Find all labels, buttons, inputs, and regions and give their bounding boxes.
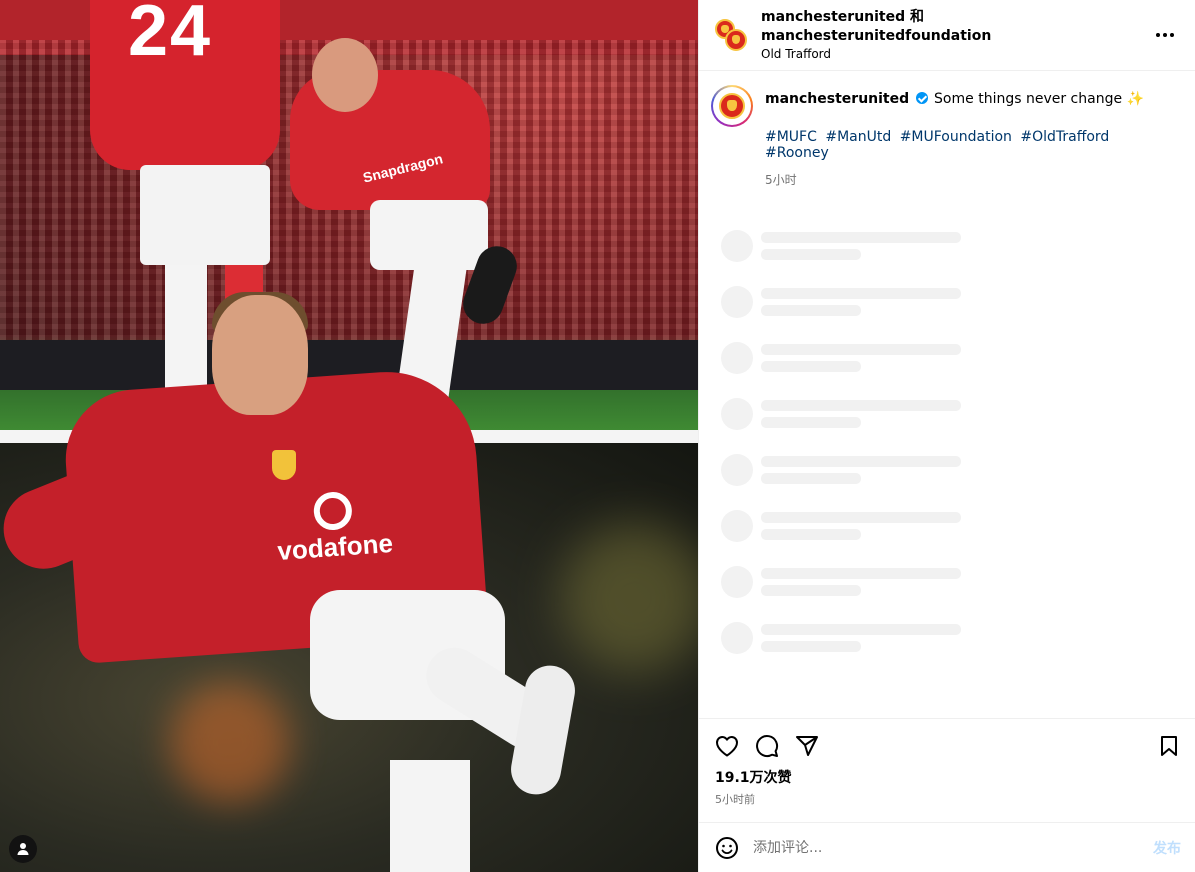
more-horizontal-icon[interactable]: [1151, 21, 1179, 49]
skeleton-row: [721, 498, 1179, 554]
club-crest: [272, 450, 296, 480]
skeleton-row: [721, 610, 1179, 666]
skeleton-row: [721, 386, 1179, 442]
emoji-icon[interactable]: [715, 836, 739, 860]
comments-section[interactable]: manchesterunited Some things never chang…: [699, 71, 1195, 718]
post-header: manchesterunited 和 manchesterunitedfound…: [699, 0, 1195, 71]
shirt-number: 24: [128, 0, 213, 71]
sponsor-logo: vodafone: [274, 488, 394, 567]
avatar[interactable]: [715, 19, 747, 51]
skeleton-row: [721, 442, 1179, 498]
post-timestamp[interactable]: 5小时前: [715, 791, 1183, 807]
skeleton-row: [721, 218, 1179, 274]
avatar[interactable]: [711, 85, 753, 127]
heart-icon[interactable]: [715, 729, 755, 763]
hashtag-list: #MUFC #ManUtd #MUFoundation #OldTrafford…: [765, 129, 1179, 161]
post-side-panel: manchesterunited 和 manchesterunitedfound…: [698, 0, 1195, 872]
hashtag-link[interactable]: #MUFoundation: [900, 129, 1012, 145]
share-icon[interactable]: [795, 729, 835, 763]
hashtag-link[interactable]: #ManUtd: [825, 129, 891, 145]
caption: manchesterunited Some things never chang…: [711, 85, 1179, 188]
bookmark-icon[interactable]: [1159, 729, 1183, 763]
person-icon[interactable]: [9, 835, 37, 863]
post-comment-button[interactable]: 发布: [1153, 838, 1181, 858]
skeleton-row: [721, 554, 1179, 610]
like-count[interactable]: 19.1万次赞: [715, 767, 1183, 787]
hashtag-link[interactable]: #MUFC: [765, 129, 817, 145]
verified-badge-icon: [915, 92, 928, 104]
location-link[interactable]: Old Trafford: [761, 46, 1151, 62]
caption-username[interactable]: manchesterunited: [765, 91, 909, 107]
skeleton-row: [721, 274, 1179, 330]
caption-timestamp[interactable]: 5小时: [765, 171, 1179, 188]
hashtag-link[interactable]: #Rooney: [765, 145, 829, 161]
instagram-post-modal: 24 Snapdragon vodafone manchesterunited …: [0, 0, 1195, 872]
hashtag-link[interactable]: #OldTrafford: [1020, 129, 1109, 145]
post-media[interactable]: 24 Snapdragon vodafone: [0, 0, 698, 872]
comment-composer: 发布: [699, 822, 1195, 872]
photo-rooney-legends-match: 24 Snapdragon: [0, 0, 698, 430]
comment-icon[interactable]: [755, 729, 795, 763]
comments-loading-skeleton: [711, 218, 1179, 666]
post-actions: 19.1万次赞 5小时前: [699, 718, 1195, 822]
skeleton-row: [721, 330, 1179, 386]
comment-input[interactable]: [753, 839, 1153, 856]
post-owner-names[interactable]: manchesterunited 和 manchesterunitedfound…: [761, 8, 1151, 46]
caption-text: Some things never change ✨: [934, 91, 1144, 107]
